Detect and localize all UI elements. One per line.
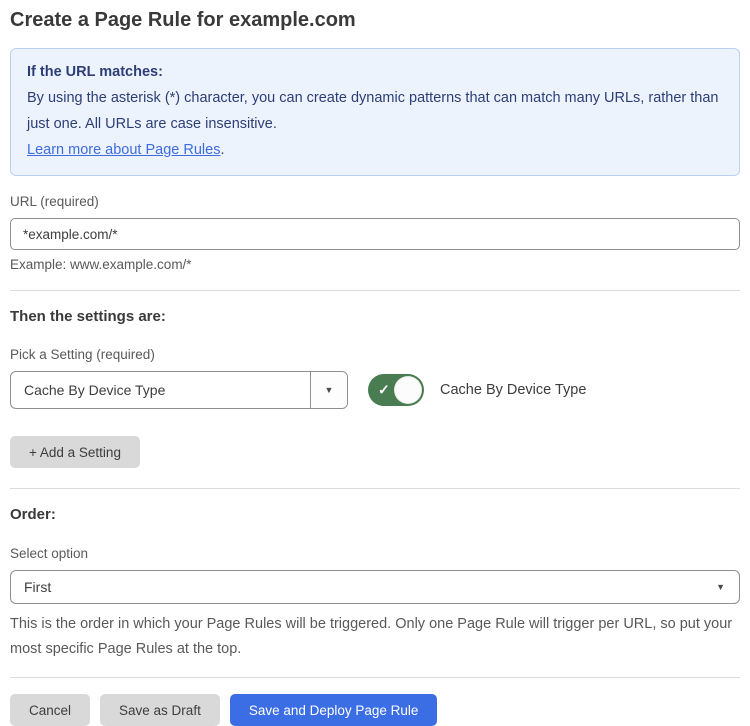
divider xyxy=(10,290,740,291)
info-box-link-line: Learn more about Page Rules. xyxy=(27,137,723,163)
order-section-heading: Order: xyxy=(10,506,740,523)
add-setting-button[interactable]: + Add a Setting xyxy=(10,436,140,468)
check-icon: ✓ xyxy=(378,382,390,399)
divider xyxy=(10,488,740,489)
order-select[interactable]: First ▼ xyxy=(10,570,740,604)
settings-section-heading: Then the settings are: xyxy=(10,308,740,325)
pick-setting-label: Pick a Setting (required) xyxy=(10,347,740,362)
info-box-body: By using the asterisk (*) character, you… xyxy=(27,85,723,137)
save-and-deploy-button[interactable]: Save and Deploy Page Rule xyxy=(230,694,438,726)
chevron-down-icon: ▼ xyxy=(716,582,725,592)
info-box-heading: If the URL matches: xyxy=(27,59,723,85)
page-title: Create a Page Rule for example.com xyxy=(10,9,740,32)
url-input[interactable] xyxy=(10,218,740,250)
order-helper-text: This is the order in which your Page Rul… xyxy=(10,612,740,662)
toggle-label: Cache By Device Type xyxy=(440,382,586,398)
save-as-draft-button[interactable]: Save as Draft xyxy=(100,694,220,726)
learn-more-link[interactable]: Learn more about Page Rules xyxy=(27,142,220,158)
url-field-label: URL (required) xyxy=(10,194,740,209)
cancel-button[interactable]: Cancel xyxy=(10,694,90,726)
url-match-info-box: If the URL matches: By using the asteris… xyxy=(10,48,740,176)
order-select-label: Select option xyxy=(10,546,740,561)
page-rule-form: Create a Page Rule for example.com If th… xyxy=(0,0,750,726)
cache-device-toggle[interactable]: ✓ xyxy=(368,374,424,406)
setting-select-arrow-button[interactable]: ▼ xyxy=(310,372,347,408)
setting-row: Cache By Device Type ▼ ✓ Cache By Device… xyxy=(10,371,740,409)
url-example-helper: Example: www.example.com/* xyxy=(10,257,740,272)
order-select-value: First xyxy=(24,579,51,595)
setting-select-value: Cache By Device Type xyxy=(11,372,310,408)
chevron-down-icon: ▼ xyxy=(325,385,334,395)
link-period: . xyxy=(220,142,224,158)
toggle-knob xyxy=(394,376,422,404)
setting-select[interactable]: Cache By Device Type ▼ xyxy=(10,371,348,409)
footer-actions: Cancel Save as Draft Save and Deploy Pag… xyxy=(10,694,740,726)
divider xyxy=(10,677,740,678)
